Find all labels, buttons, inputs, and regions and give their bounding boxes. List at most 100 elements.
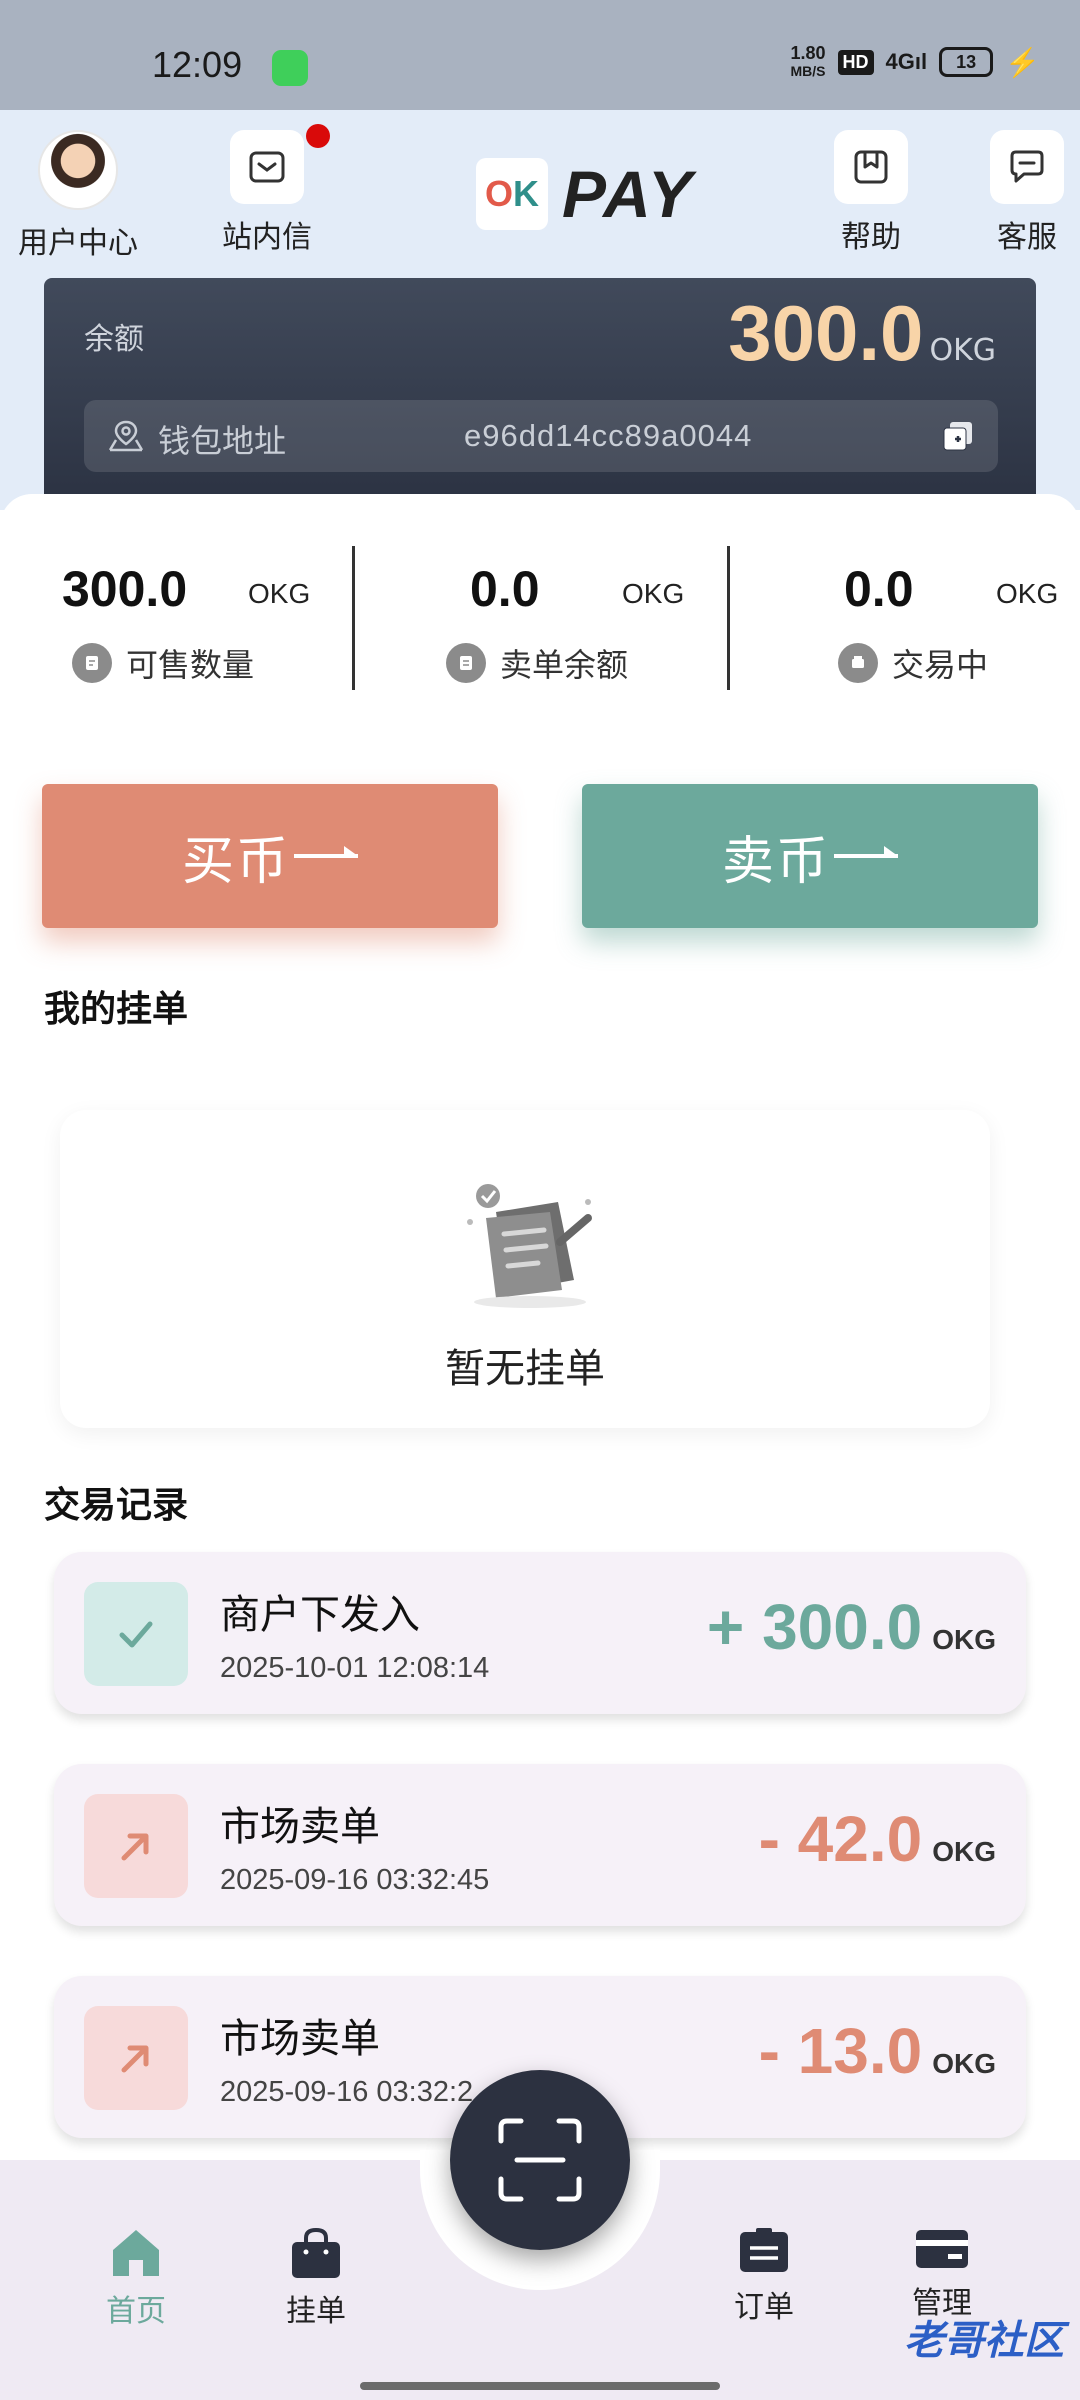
- empty-document-icon: [450, 1172, 600, 1316]
- mail-icon: [230, 124, 330, 204]
- status-bar: 12:09 1.80 MB/S HD 4Gıl 13 ⚡: [0, 0, 1080, 110]
- tab-home[interactable]: 首页: [66, 2226, 206, 2330]
- bookmark-icon: [834, 130, 908, 204]
- stat-trading-text: 交易中: [892, 646, 989, 684]
- sell-label: 卖币: [721, 831, 830, 892]
- tab-home-label: 首页: [106, 2294, 166, 2329]
- balance-amount: 300.0 OKG: [728, 288, 996, 379]
- user-center-label: 用户中心: [18, 226, 138, 261]
- sell-button[interactable]: 卖币: [582, 784, 1038, 928]
- arrow-right-icon: [834, 846, 898, 858]
- chat-icon: [990, 130, 1064, 204]
- stat-sell-balance-unit: OKG: [622, 578, 685, 609]
- divider: [352, 546, 355, 690]
- balance-value: 300.0: [728, 289, 924, 377]
- scan-button[interactable]: [450, 2070, 630, 2250]
- watermark-logo: 老哥社区: [904, 2318, 1064, 2364]
- printer-icon: [838, 643, 878, 683]
- help-label: 帮助: [841, 220, 901, 255]
- transaction-time: 2025-09-16 03:32:45: [220, 1864, 490, 1896]
- transaction-amount-unit: OKG: [932, 2048, 996, 2079]
- document-icon: [446, 643, 486, 683]
- stat-trading-value: 0.0: [844, 561, 914, 617]
- home-indicator[interactable]: [360, 2382, 720, 2390]
- transaction-amount-value: + 300.0: [706, 1591, 923, 1663]
- check-icon: [84, 1582, 188, 1686]
- user-center-button[interactable]: 用户中心: [18, 130, 138, 262]
- transaction-amount: - 13.0 OKG: [759, 2014, 996, 2088]
- stat-available-value: 300.0: [62, 561, 188, 617]
- card-icon: [916, 2230, 968, 2268]
- stat-trading-unit: OKG: [996, 578, 1059, 609]
- transaction-amount-value: - 13.0: [758, 2015, 923, 2087]
- transaction-time: 2025-10-01 12:08:14: [220, 1652, 490, 1684]
- speed-value: 1.80: [790, 43, 826, 63]
- tab-orders-label: 订单: [734, 2290, 794, 2325]
- speed-unit: MB/S: [790, 63, 826, 79]
- help-button[interactable]: 帮助: [834, 130, 908, 256]
- stat-available-label: 可售数量: [72, 640, 254, 686]
- transaction-amount: - 42.0 OKG: [759, 1802, 996, 1876]
- support-label: 客服: [997, 220, 1057, 255]
- transaction-amount-value: - 42.0: [758, 1803, 923, 1875]
- signal-icon: 4Gıl: [885, 49, 928, 74]
- clipboard-icon: [740, 2228, 788, 2272]
- stat-available-unit: OKG: [248, 578, 311, 609]
- scan-icon: [498, 2118, 582, 2202]
- support-button[interactable]: 客服: [990, 130, 1064, 256]
- tab-listing[interactable]: 挂单: [246, 2226, 386, 2330]
- avatar: [38, 130, 118, 210]
- network-speed: 1.80 MB/S: [790, 44, 825, 80]
- inbox-label: 站内信: [222, 220, 312, 255]
- balance-label: 余额: [84, 322, 144, 357]
- signal-label: 4G: [885, 49, 915, 74]
- logo-badge-icon: OK: [476, 158, 548, 230]
- tab-listing-label: 挂单: [286, 2294, 346, 2329]
- arrow-up-right-icon: [84, 2006, 188, 2110]
- battery-icon: 13: [939, 47, 994, 77]
- stat-sell-balance-value: 0.0: [470, 561, 540, 617]
- wallet-address-row: 钱包地址 e96dd14cc89a0044: [84, 400, 998, 472]
- inbox-button[interactable]: 站内信: [222, 124, 330, 256]
- transaction-title: 市场卖单: [220, 2016, 380, 2062]
- transaction-item[interactable]: 商户下发入 2025-10-01 12:08:14 + 300.0 OKG: [54, 1552, 1026, 1714]
- app-logo: OK PAY: [476, 156, 694, 232]
- my-orders-title: 我的挂单: [44, 989, 189, 1030]
- transaction-amount: + 300.0 OKG: [707, 1590, 996, 1664]
- logo-text: PAY: [562, 157, 694, 231]
- transaction-amount-unit: OKG: [932, 1836, 996, 1867]
- transaction-amount-unit: OKG: [932, 1624, 996, 1655]
- stat-sell-balance-text: 卖单余额: [500, 646, 629, 684]
- location-icon: [106, 418, 146, 458]
- stat-trading-label: 交易中: [838, 640, 988, 686]
- empty-orders-card: 暂无挂单: [60, 1110, 990, 1428]
- battery-level: 13: [956, 51, 977, 72]
- arrow-right-icon: [294, 846, 358, 858]
- arrow-up-right-icon: [84, 1794, 188, 1898]
- balance-card: 余额 300.0 OKG 钱包地址 e96dd14cc89a0044: [44, 278, 1036, 498]
- shopping-bag-icon: [292, 2227, 340, 2278]
- divider: [727, 546, 730, 690]
- copy-icon[interactable]: [940, 418, 976, 458]
- buy-button[interactable]: 买币: [42, 784, 498, 928]
- receipt-icon: [72, 643, 112, 683]
- wallet-address: e96dd14cc89a0044: [464, 418, 753, 453]
- empty-orders-text: 暂无挂单: [445, 1346, 605, 1392]
- transaction-item[interactable]: 市场卖单 2025-09-16 03:32:45 - 42.0 OKG: [54, 1764, 1026, 1926]
- records-title: 交易记录: [44, 1485, 189, 1526]
- app-notification-icon: [272, 50, 308, 86]
- balance-unit: OKG: [929, 333, 996, 368]
- status-time: 12:09: [152, 44, 243, 85]
- transaction-title: 商户下发入: [220, 1592, 420, 1638]
- tab-orders[interactable]: 订单: [694, 2226, 834, 2326]
- buy-label: 买币: [181, 831, 290, 892]
- home-icon: [113, 2230, 159, 2276]
- stat-sell-balance-label: 卖单余额: [446, 640, 628, 686]
- stat-available-text: 可售数量: [126, 646, 255, 684]
- transaction-title: 市场卖单: [220, 1804, 380, 1850]
- charging-icon: ⚡: [1005, 46, 1040, 78]
- wallet-label: 钱包地址: [158, 422, 287, 460]
- hd-icon: HD: [837, 49, 874, 75]
- transaction-time: 2025-09-16 03:32:2: [220, 2076, 474, 2108]
- status-indicators: 1.80 MB/S HD 4Gıl 13 ⚡: [790, 44, 1040, 80]
